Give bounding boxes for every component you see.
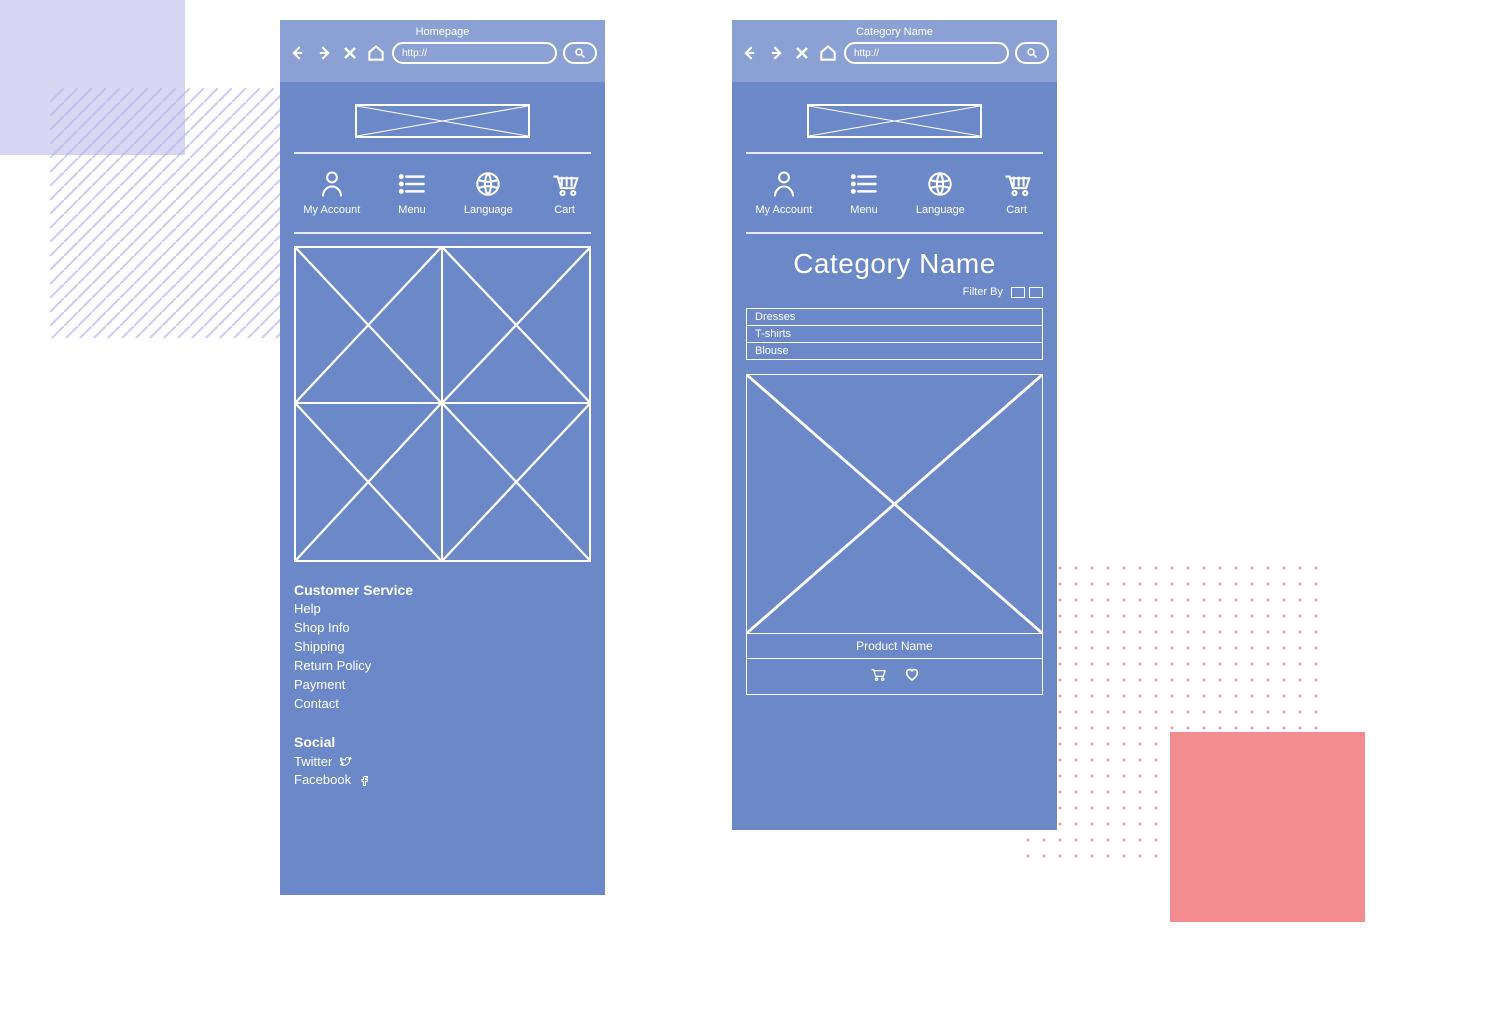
nav-menu[interactable]: Menu (395, 170, 429, 216)
nav-label: Language (916, 204, 965, 216)
search-button[interactable] (1015, 42, 1049, 64)
decorative-coral-square (1170, 732, 1365, 922)
image-placeholder[interactable] (443, 248, 590, 404)
footer: Customer Service Help Shop Info Shipping… (294, 580, 591, 790)
footer-link[interactable]: Return Policy (294, 657, 591, 676)
nav-label: Cart (554, 204, 575, 216)
nav-label: Language (464, 204, 513, 216)
image-placeholder[interactable] (443, 404, 590, 560)
logo-placeholder (807, 104, 982, 138)
filter-list: Dresses T-shirts Blouse (746, 308, 1043, 360)
grid-view-icon[interactable] (1011, 287, 1025, 298)
list-view-icon[interactable] (1029, 287, 1043, 298)
filter-item[interactable]: Blouse (747, 343, 1042, 359)
main-nav: My Account Menu Language Cart (286, 170, 599, 216)
view-toggle[interactable] (1011, 287, 1043, 298)
url-input[interactable]: http:// (844, 42, 1009, 64)
footer-link[interactable]: Help (294, 600, 591, 619)
home-icon[interactable] (366, 42, 386, 64)
category-heading: Category Name (732, 234, 1057, 286)
forward-icon[interactable] (766, 42, 786, 64)
page-title: Homepage (288, 24, 597, 38)
nav-label: My Account (755, 204, 812, 216)
nav-label: Menu (398, 204, 426, 216)
back-icon[interactable] (288, 42, 308, 64)
forward-icon[interactable] (314, 42, 334, 64)
nav-my-account[interactable]: My Account (303, 170, 360, 216)
nav-language[interactable]: Language (916, 170, 965, 216)
nav-cart[interactable]: Cart (548, 170, 582, 216)
home-icon[interactable] (818, 42, 838, 64)
filter-item[interactable]: T-shirts (747, 326, 1042, 343)
close-icon[interactable] (792, 42, 812, 64)
filter-item[interactable]: Dresses (747, 309, 1042, 326)
footer-link[interactable]: Payment (294, 676, 591, 695)
wireframe-homepage: Homepage http:// My Account (280, 20, 605, 895)
social-link-twitter[interactable]: Twitter (294, 753, 591, 772)
add-to-cart-icon[interactable] (868, 666, 888, 687)
twitter-icon (340, 756, 352, 768)
divider (294, 152, 591, 154)
close-icon[interactable] (340, 42, 360, 64)
product-name: Product Name (747, 633, 1042, 658)
product-image-placeholder (747, 375, 1042, 633)
browser-chrome: Homepage http:// (280, 20, 605, 82)
url-input[interactable]: http:// (392, 42, 557, 64)
nav-label: Menu (850, 204, 878, 216)
browser-chrome: Category Name http:// (732, 20, 1057, 82)
wishlist-heart-icon[interactable] (902, 666, 922, 687)
page-title: Category Name (740, 24, 1049, 38)
footer-link[interactable]: Shipping (294, 638, 591, 657)
logo-placeholder (355, 104, 530, 138)
wireframe-category: Category Name http:// My Account Menu La… (732, 20, 1057, 830)
nav-language[interactable]: Language (464, 170, 513, 216)
search-button[interactable] (563, 42, 597, 64)
nav-my-account[interactable]: My Account (755, 170, 812, 216)
facebook-icon (359, 775, 371, 787)
social-link-facebook[interactable]: Facebook (294, 771, 591, 790)
image-placeholder[interactable] (296, 404, 443, 560)
nav-menu[interactable]: Menu (847, 170, 881, 216)
filter-label: Filter By (963, 286, 1003, 298)
main-nav: My Account Menu Language Cart (738, 170, 1051, 216)
image-placeholder[interactable] (296, 248, 443, 404)
featured-grid (294, 246, 591, 562)
footer-heading-service: Customer Service (294, 580, 591, 600)
nav-cart[interactable]: Cart (1000, 170, 1034, 216)
nav-label: My Account (303, 204, 360, 216)
back-icon[interactable] (740, 42, 760, 64)
footer-link[interactable]: Contact (294, 695, 591, 714)
footer-link[interactable]: Shop Info (294, 619, 591, 638)
footer-heading-social: Social (294, 732, 591, 752)
divider (746, 152, 1043, 154)
nav-label: Cart (1006, 204, 1027, 216)
divider (294, 232, 591, 234)
product-card[interactable]: Product Name (746, 374, 1043, 695)
